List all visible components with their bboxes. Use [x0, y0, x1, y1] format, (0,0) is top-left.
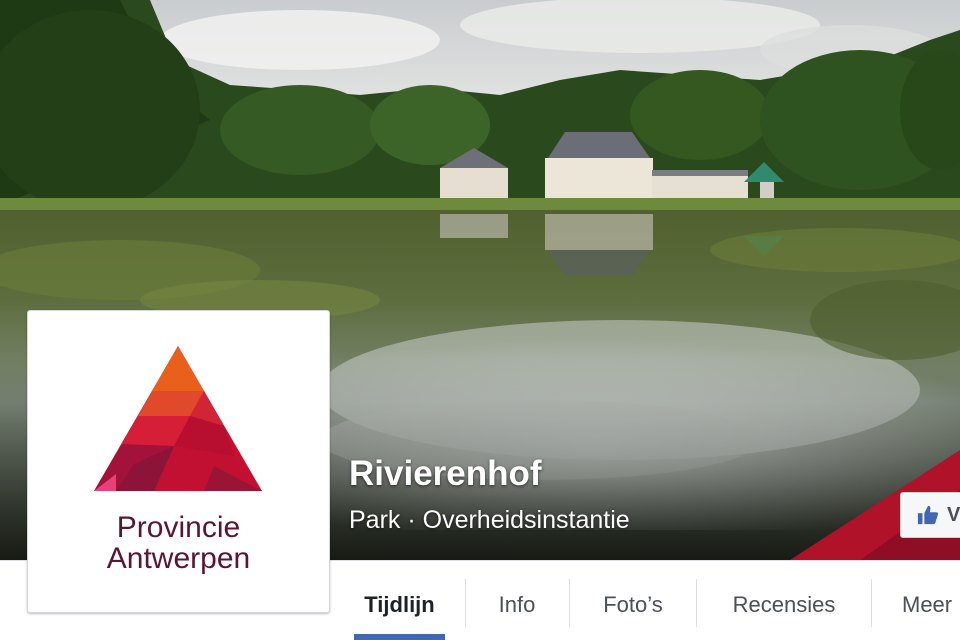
camera-icon — [56, 550, 90, 576]
active-tab-indicator — [354, 634, 445, 640]
tab-tijdlijn[interactable]: Tijdlijn — [346, 561, 453, 640]
tab-meer[interactable]: Meer — [872, 561, 960, 640]
logo-text-provincie: Provincie — [116, 511, 241, 544]
tab-info[interactable]: Info — [466, 561, 568, 640]
like-button[interactable]: V — [900, 492, 960, 538]
thumbs-up-icon — [917, 505, 939, 525]
update-profile-picture-button[interactable] — [50, 543, 96, 581]
facebook-page: Rivierenhof Park · Overheidsinstantie V … — [0, 0, 960, 640]
tab-fotos[interactable]: Foto’s — [570, 561, 696, 640]
page-title[interactable]: Rivierenhof — [349, 454, 542, 494]
page-category: Park · Overheidsinstantie — [349, 506, 630, 534]
profile-picture[interactable]: Provincie Antwerpen — [27, 310, 330, 613]
tab-recensies[interactable]: Recensies — [697, 561, 871, 640]
provincie-antwerpen-logo-icon — [94, 346, 262, 491]
like-button-label: V — [947, 503, 960, 526]
